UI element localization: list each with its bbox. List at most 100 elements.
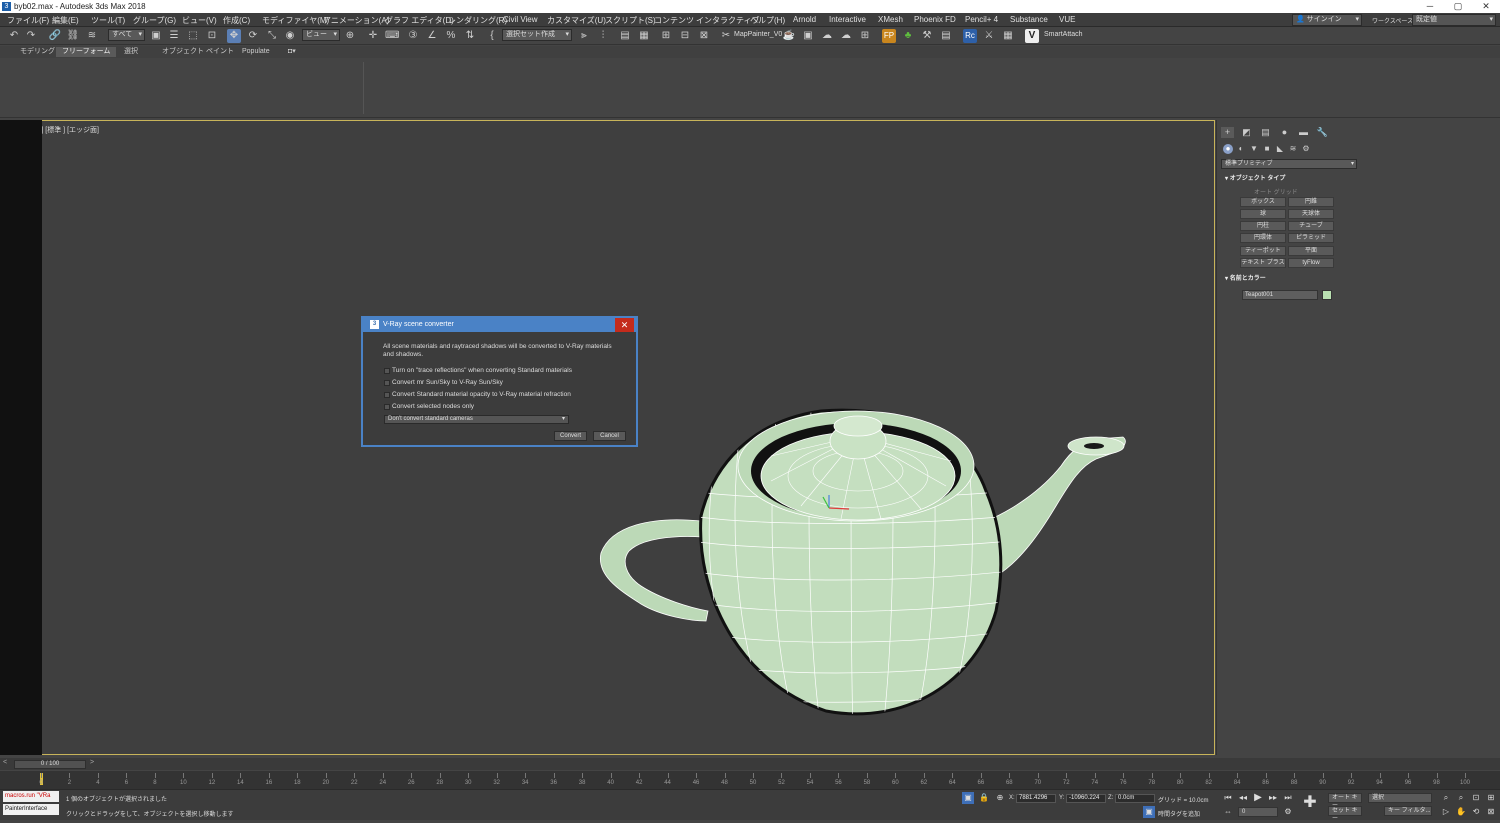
maxscript-listener-line2[interactable]: PainterInterface — [3, 804, 59, 815]
rotate-icon[interactable]: ⟳ — [246, 29, 260, 43]
dialog-close-button[interactable]: ✕ — [615, 318, 634, 332]
goto-end-icon[interactable]: ⏭ — [1282, 792, 1294, 804]
zoom-extents-all-icon[interactable]: ⊞ — [1485, 792, 1497, 804]
key-filters-button[interactable]: キー フィルタ... — [1384, 806, 1432, 816]
bind-spacewarp-icon[interactable]: ≋ — [85, 29, 99, 43]
selection-filter-combo[interactable]: すべて — [108, 29, 145, 41]
tab-selection[interactable]: 選択 — [118, 47, 144, 57]
menu-substance[interactable]: Substance — [1010, 15, 1048, 24]
torus-button[interactable]: 円環体 — [1240, 233, 1286, 243]
motion-tab-icon[interactable]: ● — [1278, 127, 1291, 138]
helpers-icon[interactable]: ◣ — [1275, 144, 1285, 154]
pan-icon[interactable]: ✋ — [1455, 806, 1467, 818]
maxscript-listener-line1[interactable]: macros.run "VRa — [3, 791, 59, 802]
checkbox-box[interactable] — [384, 392, 390, 398]
place-icon[interactable]: ◉ — [283, 29, 297, 43]
pivot-center-icon[interactable]: ⊕ — [343, 29, 357, 43]
menu-tools[interactable]: ツール(T) — [91, 15, 125, 26]
object-color-swatch[interactable] — [1322, 290, 1332, 300]
menu-group[interactable]: グループ(G) — [133, 15, 176, 26]
key-mode-icon[interactable]: ⇔ — [1222, 806, 1234, 818]
menu-view[interactable]: ビュー(V) — [182, 15, 217, 26]
selection-set-combo[interactable]: 選択 — [1368, 793, 1432, 803]
undo-icon[interactable]: ↶ — [7, 29, 21, 43]
list-icon[interactable]: ▦ — [1001, 29, 1015, 43]
curve-editor-icon[interactable]: ⊞ — [659, 29, 673, 43]
scale-icon[interactable]: ⤡ — [265, 29, 279, 43]
create-tab-icon[interactable]: + — [1221, 127, 1234, 138]
menu-help[interactable]: ヘルプ(H) — [750, 15, 785, 26]
select-object-icon[interactable]: ▣ — [149, 29, 163, 43]
geometry-icon[interactable]: ● — [1223, 144, 1233, 154]
minimize-button[interactable]: ─ — [1416, 0, 1444, 13]
zoom-icon[interactable]: ⌕ — [1440, 792, 1452, 804]
play-icon[interactable]: ▶ — [1252, 792, 1264, 804]
mappainter-icon[interactable]: ✂ — [719, 29, 733, 43]
percent-snap-icon[interactable]: % — [444, 29, 458, 43]
menu-pencil[interactable]: Pencil+ 4 — [965, 15, 998, 24]
cylinder-button[interactable]: 円柱 — [1240, 221, 1286, 231]
convert-sunsky-checkbox[interactable]: Convert mr Sun/Sky to V-Ray Sun/Sky — [384, 379, 624, 389]
ribbon-options-icon[interactable]: ◘▾ — [282, 47, 302, 57]
selected-only-checkbox[interactable]: Convert selected nodes only — [384, 403, 624, 413]
link-icon[interactable]: 🔗 — [48, 29, 62, 43]
add-time-tag-label[interactable]: 時間タグを追加 — [1158, 809, 1200, 818]
tyflow-button[interactable]: tyFlow — [1288, 258, 1334, 268]
time-next-icon[interactable]: > — [90, 759, 94, 766]
reference-coord-combo[interactable]: ビュー — [302, 29, 340, 41]
prev-frame-icon[interactable]: ◂◂ — [1237, 792, 1249, 804]
cancel-button[interactable]: Cancel — [593, 431, 626, 441]
angle-snap-icon[interactable]: ∠ — [425, 29, 439, 43]
menu-customize[interactable]: カスタマイズ(U) — [547, 15, 606, 26]
systems-icon[interactable]: ⚙ — [1301, 144, 1311, 154]
named-selection-combo[interactable]: 選択セット作成 — [502, 29, 572, 41]
spreadsheet-icon[interactable]: ▤ — [939, 29, 953, 43]
signin-combo[interactable]: 👤 サインイン — [1292, 14, 1362, 26]
primitive-type-combo[interactable]: 標準プリミティブ — [1221, 159, 1357, 169]
menu-content[interactable]: コンテンツ — [654, 15, 694, 26]
move-icon[interactable]: ✥ — [227, 29, 241, 43]
isolate-selection-icon[interactable]: ▣ — [962, 792, 974, 804]
schematic-view-icon[interactable]: ⊟ — [678, 29, 692, 43]
shapes-icon[interactable]: ◐ — [1236, 144, 1246, 154]
pyramid-button[interactable]: ピラミッド — [1288, 233, 1334, 243]
checkbox-box[interactable] — [384, 368, 390, 374]
cone-button[interactable]: 円錐 — [1288, 197, 1334, 207]
rc-button[interactable]: Rc — [963, 29, 977, 43]
teapot-button[interactable]: ティーポット — [1240, 246, 1286, 256]
set-key-plus-icon[interactable]: ✚ — [1302, 795, 1318, 811]
mirror-icon[interactable]: ⫸ — [577, 29, 591, 43]
time-slider-thumb[interactable]: 0 / 100 — [14, 760, 86, 769]
scene-explorer-icon[interactable]: ▤ — [618, 29, 632, 43]
checkbox-box[interactable] — [384, 380, 390, 386]
tree-icon[interactable]: ♣ — [901, 29, 915, 43]
material-editor-icon[interactable]: ⊠ — [697, 29, 711, 43]
checkbox-box[interactable] — [384, 404, 390, 410]
name-color-rollout[interactable]: ▾ 名前とカラー — [1221, 274, 1353, 284]
dialog-titlebar[interactable]: 3 V-Ray scene converter ✕ — [363, 318, 636, 332]
menu-animation[interactable]: アニメーション(A) — [323, 15, 389, 26]
menu-file[interactable]: ファイル(F) — [7, 15, 49, 26]
box-button[interactable]: ボックス — [1240, 197, 1286, 207]
workspace-combo[interactable]: 既定値 — [1412, 14, 1496, 26]
zoom-all-icon[interactable]: ⌕ — [1455, 792, 1467, 804]
spacewarps-icon[interactable]: ≋ — [1288, 144, 1298, 154]
time-prev-icon[interactable]: < — [3, 759, 7, 766]
manipulate-icon[interactable]: ✛ — [366, 29, 380, 43]
display-tab-icon[interactable]: ▬ — [1297, 127, 1310, 138]
menu-civil-view[interactable]: Civil View — [503, 15, 538, 24]
keyboard-shortcut-icon[interactable]: ⌨ — [385, 29, 399, 43]
menu-interactive[interactable]: Interactive — [829, 15, 866, 24]
menu-vue[interactable]: VUE — [1059, 15, 1075, 24]
menu-phoenix-fd[interactable]: Phoenix FD — [914, 15, 956, 24]
menu-create[interactable]: 作成(C) — [223, 15, 250, 26]
menu-edit[interactable]: 編集(E) — [52, 15, 79, 26]
rect-selection-icon[interactable]: ⬚ — [186, 29, 200, 43]
zoom-extents-icon[interactable]: ⊡ — [1470, 792, 1482, 804]
x-coordinate-field[interactable]: 7881.4296 — [1016, 794, 1056, 803]
spinner-snap-icon[interactable]: ⇅ — [463, 29, 477, 43]
object-type-rollout[interactable]: ▾ オブジェクト タイプ — [1221, 174, 1353, 184]
fp-button[interactable]: FP — [882, 29, 896, 43]
menu-modifiers[interactable]: モディファイヤ(M) — [262, 15, 329, 26]
window-crossing-icon[interactable]: ⊡ — [205, 29, 219, 43]
